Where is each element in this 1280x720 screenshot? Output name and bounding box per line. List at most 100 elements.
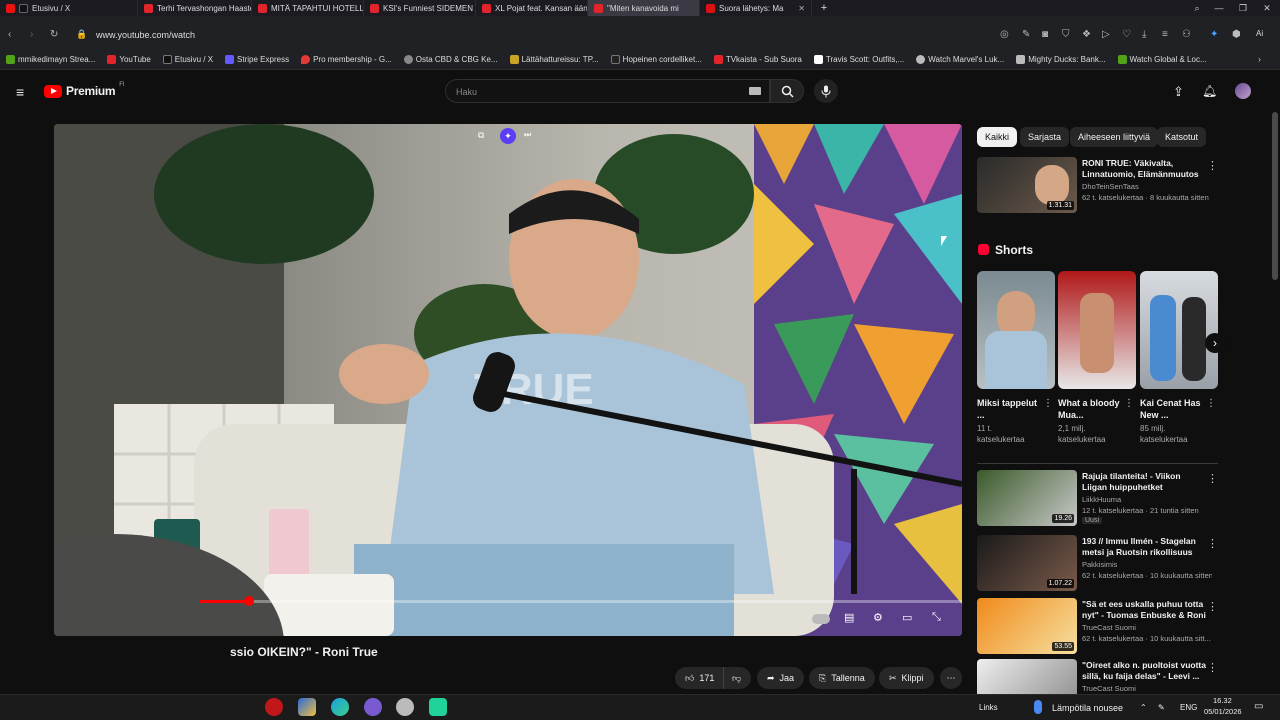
browser-tab[interactable]: MITÄ TAPAHTUI HOTELLIIN (252, 0, 364, 16)
save-button[interactable]: ⎘ Tallenna (809, 667, 875, 689)
theater-mode-icon[interactable]: ▭ (902, 611, 912, 624)
language-indicator[interactable]: ENG (1180, 703, 1197, 712)
more-vertical-icon[interactable]: ⋮ (1043, 398, 1053, 409)
browser-tab[interactable]: XL Pojat feat. Kansan äänit (476, 0, 588, 16)
more-vertical-icon[interactable]: ⋮ (1207, 537, 1218, 550)
progress-scrubber[interactable] (244, 596, 254, 606)
browser-tab-active[interactable]: "Miten kanavoida mi (588, 0, 700, 16)
chip-related[interactable]: Aiheeseen liittyviä (1070, 127, 1159, 147)
bookmark-item[interactable]: Lättähattureissu: TP... (504, 55, 605, 64)
bookmark-item[interactable]: YouTube (101, 55, 156, 64)
url-field[interactable]: www.youtube.com/watch (96, 30, 195, 40)
cube-icon[interactable]: ⬢ (1232, 29, 1241, 40)
short-item[interactable]: Kai Cenat Has New ... ⋮ 85 milj. katseluk… (1140, 271, 1218, 444)
bookmark-item[interactable]: Watch Marvel's Luk... (910, 55, 1010, 64)
bookmark-item[interactable]: Stripe Express (219, 55, 295, 64)
like-button[interactable]: 👍︎ 171 (675, 667, 723, 689)
bookmark-item[interactable]: Watch Global & Loc... (1112, 55, 1213, 64)
profile-icon[interactable]: ⚇ (1182, 29, 1191, 40)
progress-track[interactable] (200, 600, 962, 603)
chip-all[interactable]: Kaikki (977, 127, 1018, 147)
notifications-bell-icon[interactable]: 🔔︎ (1202, 84, 1217, 98)
more-vertical-icon[interactable]: ⋮ (1124, 398, 1134, 409)
discord-taskbar-icon[interactable] (364, 698, 382, 716)
page-scrollbar[interactable] (1272, 112, 1278, 280)
short-item[interactable]: Miksi tappelut ... ⋮ 11 t. katselukertaa (977, 271, 1055, 444)
download-icon[interactable]: ⤓ (1142, 29, 1146, 40)
bookmark-item[interactable]: Travis Scott: Outfits,... (808, 55, 910, 64)
clip-button[interactable]: ✂ Klippi (879, 667, 934, 689)
search-tabs-icon[interactable]: ⌕ (1186, 0, 1208, 16)
related-video-item[interactable]: 19.26 Rajuja tilanteita! - Viikon Liigan… (977, 470, 1222, 528)
edit-icon[interactable]: ✎ (1022, 29, 1030, 40)
hamburger-menu-icon[interactable]: ≡ (16, 84, 24, 100)
more-actions-button[interactable]: ⋯ (940, 667, 962, 689)
browser-tab[interactable]: Etusivu / X (0, 0, 138, 16)
bookmark-item[interactable]: mmikedimayn Strea... (0, 55, 101, 64)
extension-icon[interactable]: ✦ (1210, 29, 1218, 40)
file-explorer-taskbar-icon[interactable] (298, 698, 316, 716)
related-video-item[interactable]: 1.07.22 193 // Immu Ilmén - Stagelan met… (977, 535, 1222, 593)
subtitles-icon[interactable]: ▤ (844, 611, 854, 624)
bookmark-item[interactable]: Mighty Ducks: Bank... (1010, 55, 1111, 64)
autoplay-toggle[interactable] (812, 614, 830, 624)
shorts-next-chevron-icon[interactable]: › (1205, 333, 1225, 353)
search-input[interactable]: Haku (445, 79, 770, 103)
avatar[interactable] (1235, 83, 1251, 99)
related-video-item[interactable]: "Oireet alko n. puoltoist vuotta sillä, … (977, 659, 1222, 695)
share-button[interactable]: ➦ Jaa (757, 667, 805, 689)
steam-taskbar-icon[interactable] (396, 698, 414, 716)
more-vertical-icon[interactable]: ⋮ (1207, 661, 1218, 674)
browser-tab[interactable]: Suora lähetys: Ma ✕ (700, 0, 812, 16)
maximize-button[interactable]: ❐ (1232, 0, 1254, 16)
notification-center-icon[interactable]: ▭ (1254, 701, 1263, 712)
vpn-icon[interactable]: ❖ (1082, 29, 1091, 40)
upload-icon[interactable]: ⇪ (1173, 84, 1184, 100)
shield-icon[interactable]: ⛉ (1062, 29, 1070, 40)
chevron-up-icon[interactable]: ⌃ (1140, 703, 1147, 712)
bookmark-item[interactable]: TVkaista - Sub Suora (708, 55, 808, 64)
snapshot-icon[interactable]: ◙ (1042, 29, 1048, 40)
forward-icon[interactable]: › (30, 29, 33, 40)
more-vertical-icon[interactable]: ⋮ (1207, 472, 1218, 485)
skip-icon[interactable]: ⏭ (524, 130, 531, 140)
back-icon[interactable]: ‹ (8, 29, 11, 40)
more-vertical-icon[interactable]: ⋮ (1207, 600, 1218, 613)
settings-gear-icon[interactable]: ⚙ (873, 611, 883, 624)
opera-taskbar-icon[interactable] (265, 698, 283, 716)
dislike-button[interactable]: 👎︎ (723, 667, 751, 689)
links-toolbar[interactable]: Links (979, 703, 998, 712)
related-video-item[interactable]: 53.55 "Sä et ees uskalla puhuu totta nyt… (977, 598, 1222, 656)
close-window-button[interactable]: ✕ (1256, 0, 1278, 16)
edge-taskbar-icon[interactable] (331, 698, 349, 716)
player-icon[interactable]: ▷ (1102, 29, 1110, 40)
related-video-item[interactable]: 1.31.31 RONI TRUE: Väkivalta, Linnatuomi… (977, 157, 1222, 217)
minimize-button[interactable]: — (1208, 0, 1230, 16)
menu-icon[interactable]: ≡ (1162, 29, 1168, 40)
browser-tab[interactable]: KSI's Funniest SIDEMEN M (364, 0, 476, 16)
reload-icon[interactable]: ↻ (50, 29, 58, 40)
browser-tab[interactable]: Terhi Tervashongan Haaste (138, 0, 252, 16)
keyboard-icon[interactable] (749, 87, 761, 95)
short-item[interactable]: What a bloody Mua... ⋮ 2,1 milj. katseluk… (1058, 271, 1136, 444)
bookmark-item[interactable]: Pro membership - G... (295, 55, 398, 64)
bookmark-item[interactable]: Etusivu / X (157, 55, 219, 64)
search-button[interactable] (770, 79, 804, 103)
bookmark-item[interactable]: Osta CBD & CBG Ke... (398, 55, 504, 64)
heart-icon[interactable]: ♡ (1122, 29, 1131, 40)
picture-in-picture-icon[interactable]: ⧉ (478, 130, 484, 141)
app-taskbar-icon[interactable] (429, 698, 447, 716)
close-tab-icon[interactable]: ✕ (798, 4, 805, 13)
fullscreen-exit-icon[interactable]: ⤡ (932, 611, 941, 624)
clock-date[interactable]: 05/01/2026 (1204, 707, 1242, 716)
ai-icon[interactable]: Ai (1256, 29, 1263, 38)
weather-widget[interactable]: Lämpötila nousee (1052, 703, 1123, 713)
camera-icon[interactable]: ◎ (1000, 29, 1009, 40)
clock-time[interactable]: 16.32 (1213, 696, 1232, 705)
bookmark-item[interactable]: Hopeinen cordelliket... (605, 55, 708, 64)
ai-assistant-icon[interactable]: ✦ (500, 128, 516, 144)
chip-watched[interactable]: Katsotut (1157, 127, 1207, 147)
youtube-logo[interactable]: Premium FI (44, 82, 125, 98)
chip-from-series[interactable]: Sarjasta (1020, 127, 1070, 147)
new-tab-button[interactable]: + (812, 0, 836, 16)
